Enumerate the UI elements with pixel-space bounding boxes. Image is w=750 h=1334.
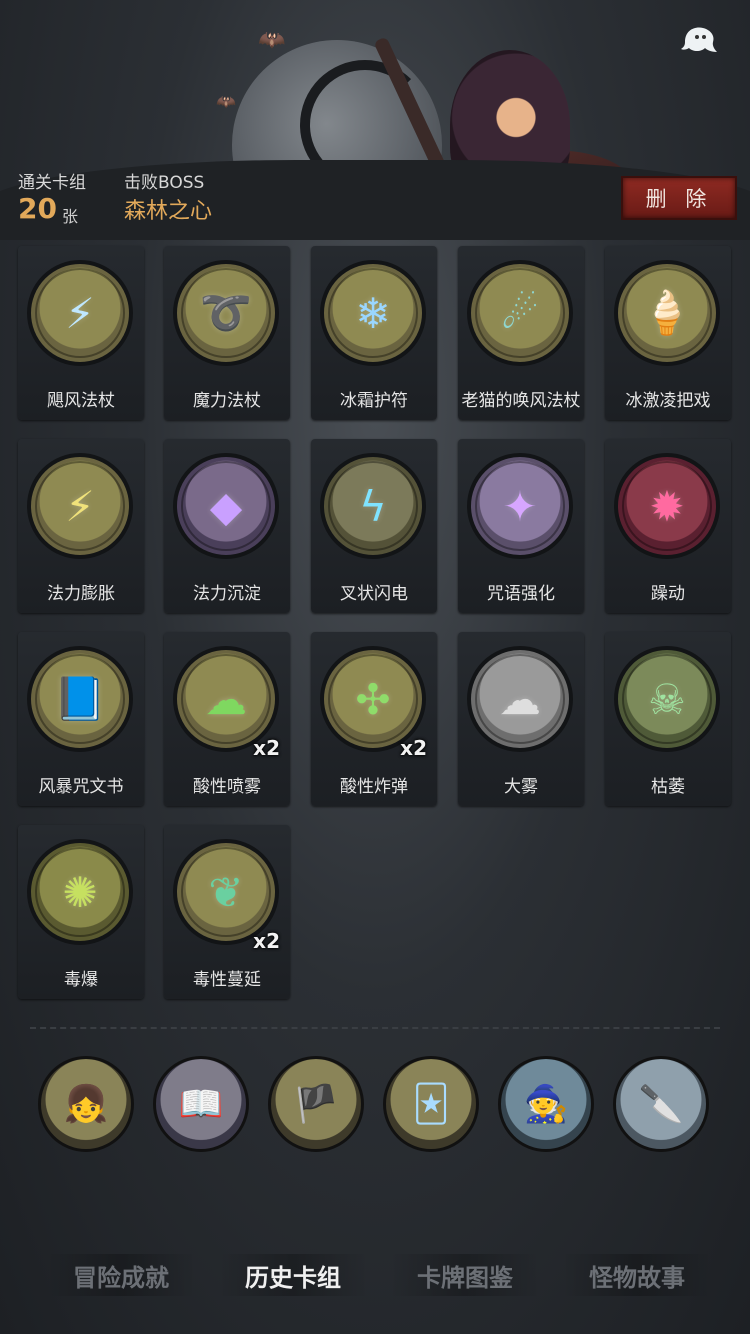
card-item[interactable]: ✣ 酸性炸弹 x2 bbox=[311, 632, 437, 806]
tab-item[interactable]: 怪物故事 bbox=[562, 1254, 712, 1296]
card-count-badge: x2 bbox=[253, 736, 280, 760]
tab-item[interactable]: 冒险成就 bbox=[46, 1254, 196, 1296]
mana-surge-icon: ⚡ bbox=[65, 481, 95, 531]
card-art: ϟ bbox=[320, 453, 426, 559]
card-name: 法力沉淀 bbox=[193, 584, 261, 604]
character-cards-icon[interactable]: 🃏 bbox=[383, 1056, 479, 1152]
mana-settle-icon: ◆ bbox=[209, 481, 243, 531]
spell-boost-icon: ✦ bbox=[502, 481, 538, 531]
storm-book-icon: 📘 bbox=[53, 674, 107, 723]
card-art: 🍦 bbox=[614, 260, 720, 366]
card-item[interactable]: ϟ 叉状闪电 bbox=[311, 439, 437, 613]
card-art: ✺ bbox=[27, 839, 133, 945]
character-book-icon[interactable]: 📖 bbox=[153, 1056, 249, 1152]
frenzy-icon: ✹ bbox=[649, 481, 685, 531]
card-name: 魔力法杖 bbox=[193, 391, 261, 411]
forked-lightning-icon: ϟ bbox=[359, 481, 387, 531]
delete-button[interactable]: 删 除 bbox=[621, 176, 737, 220]
card-art: ⚡ bbox=[27, 453, 133, 559]
card-item[interactable]: ✺ 毒爆 bbox=[18, 825, 144, 999]
card-count-badge: x2 bbox=[400, 736, 427, 760]
ice-cream-icon: 🍦 bbox=[640, 288, 694, 337]
card-name: 冰霜护符 bbox=[340, 391, 408, 411]
defeated-boss-name: 森林之心 bbox=[124, 199, 213, 224]
card-item[interactable]: ⚡ 飓风法杖 bbox=[18, 246, 144, 420]
poison-burst-icon: ✺ bbox=[62, 867, 98, 917]
tab-item[interactable]: 历史卡组 bbox=[218, 1254, 368, 1296]
tab-item[interactable]: 卡牌图鉴 bbox=[390, 1254, 540, 1296]
card-item[interactable]: ☄ 老猫的唤风法杖 bbox=[458, 246, 584, 420]
card-name: 叉状闪电 bbox=[340, 584, 408, 604]
card-name: 大雾 bbox=[504, 777, 538, 797]
card-item[interactable]: ◆ 法力沉淀 bbox=[164, 439, 290, 613]
card-name: 毒爆 bbox=[64, 970, 98, 990]
card-name: 酸性喷雾 bbox=[193, 777, 261, 797]
card-art: ❄ bbox=[320, 260, 426, 366]
card-name: 法力膨胀 bbox=[47, 584, 115, 604]
card-item[interactable]: ☁ 大雾 bbox=[458, 632, 584, 806]
card-item[interactable]: ✦ 咒语强化 bbox=[458, 439, 584, 613]
card-name: 枯萎 bbox=[651, 777, 685, 797]
card-name: 酸性炸弹 bbox=[340, 777, 408, 797]
frost-amulet-icon: ❄ bbox=[355, 288, 391, 338]
card-art: ◆ bbox=[173, 453, 279, 559]
character-girl-icon[interactable]: 👧 bbox=[38, 1056, 134, 1152]
card-name: 咒语强化 bbox=[487, 584, 555, 604]
cleared-deck-unit: 张 bbox=[62, 207, 79, 226]
acid-bomb-icon: ✣ bbox=[355, 674, 391, 724]
defeated-boss-label: 击败BOSS bbox=[124, 173, 205, 193]
card-item[interactable]: ☠ 枯萎 bbox=[605, 632, 731, 806]
card-name: 毒性蔓延 bbox=[193, 970, 261, 990]
cleared-deck-count: 20 bbox=[18, 192, 57, 225]
card-name: 风暴咒文书 bbox=[38, 777, 124, 797]
mana-staff-icon: ➰ bbox=[199, 288, 253, 337]
card-art: ☁ bbox=[467, 646, 573, 752]
ghost-icon[interactable] bbox=[676, 20, 722, 60]
character-mage-icon[interactable]: 🧙 bbox=[498, 1056, 594, 1152]
card-art: ☠ bbox=[614, 646, 720, 752]
card-art: ➰ bbox=[173, 260, 279, 366]
wither-icon: ☠ bbox=[648, 674, 686, 724]
card-art: ✦ bbox=[467, 453, 573, 559]
card-name: 飓风法杖 bbox=[47, 391, 115, 411]
card-item[interactable]: 🍦 冰激凌把戏 bbox=[605, 246, 731, 420]
cleared-deck-label: 通关卡组 bbox=[18, 173, 86, 193]
card-art: ✹ bbox=[614, 453, 720, 559]
card-item[interactable]: ⚡ 法力膨胀 bbox=[18, 439, 144, 613]
card-name: 躁动 bbox=[651, 584, 685, 604]
character-pirate-icon[interactable]: 🏴 bbox=[268, 1056, 364, 1152]
character-row: 👧 📖 🏴 🃏 🧙 🔪 bbox=[38, 1056, 718, 1154]
card-item[interactable]: 📘 风暴咒文书 bbox=[18, 632, 144, 806]
card-count-badge: x2 bbox=[253, 929, 280, 953]
divider bbox=[30, 1027, 720, 1029]
card-item[interactable]: ❦ 毒性蔓延 x2 bbox=[164, 825, 290, 999]
card-item[interactable]: ❄ 冰霜护符 bbox=[311, 246, 437, 420]
card-name: 冰激凌把戏 bbox=[625, 391, 711, 411]
fog-icon: ☁ bbox=[499, 674, 541, 724]
cat-wind-staff-icon: ☄ bbox=[501, 288, 539, 338]
card-item[interactable]: ➰ 魔力法杖 bbox=[164, 246, 290, 420]
bottom-tabs: 冒险成就 历史卡组 卡牌图鉴 怪物故事 bbox=[46, 1254, 716, 1296]
card-item[interactable]: ✹ 躁动 bbox=[605, 439, 731, 613]
bat-icon: 🦇 bbox=[216, 92, 236, 111]
acid-spray-icon: ☁ bbox=[205, 674, 247, 724]
poison-spread-icon: ❦ bbox=[208, 867, 244, 917]
card-art: ☄ bbox=[467, 260, 573, 366]
storm-staff-icon: ⚡ bbox=[65, 288, 95, 338]
card-art: ⚡ bbox=[27, 260, 133, 366]
card-art: 📘 bbox=[27, 646, 133, 752]
character-knife-icon[interactable]: 🔪 bbox=[613, 1056, 709, 1152]
card-name: 老猫的唤风法杖 bbox=[461, 391, 581, 411]
card-item[interactable]: ☁ 酸性喷雾 x2 bbox=[164, 632, 290, 806]
bat-icon: 🦇 bbox=[258, 28, 286, 53]
